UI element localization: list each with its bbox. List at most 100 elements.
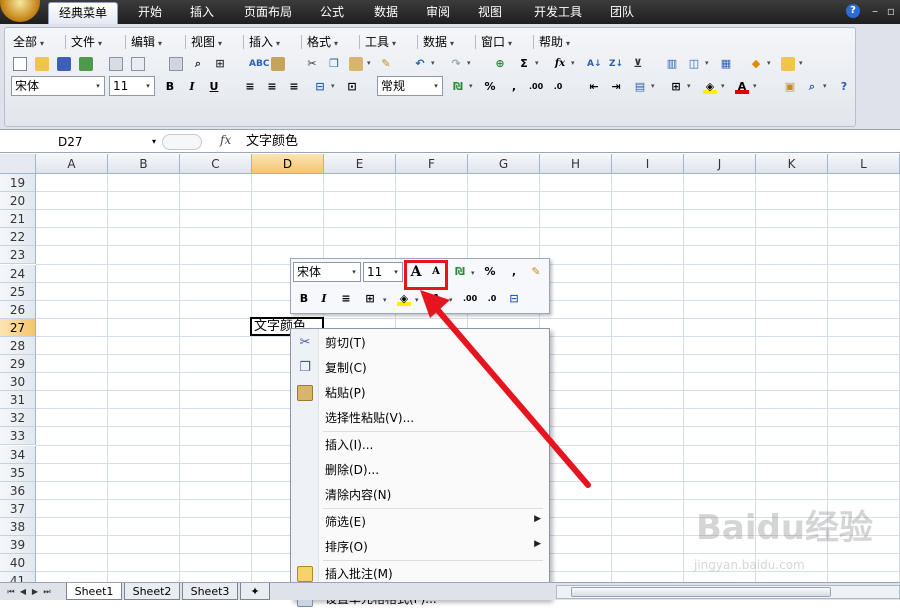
chevron-down-icon[interactable]: ▾ (535, 59, 541, 67)
insert-sheet-icon[interactable]: ✦ (240, 583, 270, 600)
chevron-down-icon[interactable]: ▾ (705, 59, 711, 67)
chevron-down-icon[interactable]: ▾ (383, 296, 389, 304)
merge-center-icon[interactable]: ⊟ (311, 78, 329, 96)
office-button[interactable] (0, 0, 40, 22)
chevron-down-icon[interactable]: ▾ (799, 59, 805, 67)
tab-formulas[interactable]: 公式 (310, 2, 354, 24)
chevron-down-icon[interactable]: ▾ (469, 82, 475, 90)
menu-item-delete[interactable]: 删除(D)... (291, 458, 549, 482)
mini-bold-button[interactable]: B (295, 290, 313, 308)
insert-function-icon[interactable]: fx (220, 133, 231, 147)
styles-icon[interactable]: ◆ (747, 55, 765, 73)
form-icon[interactable]: ▣ (781, 78, 799, 96)
tab-page-layout[interactable]: 页面布局 (236, 2, 300, 24)
column-header-i[interactable]: I (612, 154, 684, 174)
row-header-21[interactable]: 21 (0, 210, 36, 229)
decrease-indent-icon[interactable]: ⇤ (585, 78, 603, 96)
sheet-tab-1[interactable]: Sheet1 (66, 583, 122, 600)
row-header-40[interactable]: 40 (0, 554, 36, 573)
menu-view[interactable]: 视图 ▾ (191, 32, 222, 52)
number-format-select[interactable]: 常规 ▾ (377, 76, 443, 96)
hyperlink-icon[interactable]: ⊕ (491, 55, 509, 73)
chevron-down-icon[interactable]: ▾ (651, 82, 657, 90)
help-circle-icon[interactable]: ? (835, 78, 853, 96)
align-right-icon[interactable]: ≡ (285, 78, 303, 96)
research-book-icon[interactable] (269, 55, 287, 73)
row-header-39[interactable]: 39 (0, 536, 36, 554)
menu-item-sort[interactable]: 排序(O) ▶ (291, 535, 549, 559)
menu-format[interactable]: 格式 ▾ (307, 32, 338, 52)
row-header-35[interactable]: 35 (0, 463, 36, 482)
column-header-g[interactable]: G (468, 154, 540, 174)
row-header-37[interactable]: 37 (0, 499, 36, 518)
prev-sheet-icon[interactable]: ◀ (18, 585, 28, 599)
increase-indent-icon[interactable]: ⇥ (607, 78, 625, 96)
horizontal-scroll-thumb[interactable] (571, 587, 831, 597)
print-preview-icon[interactable] (129, 55, 147, 73)
chevron-down-icon[interactable]: ▾ (753, 82, 759, 90)
first-sheet-icon[interactable]: ⏮ (6, 585, 16, 599)
open-icon[interactable] (33, 55, 51, 73)
paste-icon[interactable] (347, 55, 365, 73)
italic-button[interactable]: I (183, 78, 201, 96)
chevron-down-icon[interactable]: ▾ (415, 296, 421, 304)
column-header-a[interactable]: A (36, 154, 108, 174)
copy-icon[interactable]: ❐ (325, 55, 343, 73)
menu-item-paste-special[interactable]: 选择性粘贴(V)... (291, 406, 549, 430)
menu-all[interactable]: 全部 ▾ (13, 32, 44, 52)
spelling-icon[interactable]: ABC (247, 55, 269, 73)
menu-item-copy[interactable]: ❐ 复制(C) (291, 356, 549, 380)
minimize-icon[interactable]: – (868, 3, 882, 19)
menu-data[interactable]: 数据 ▾ (423, 32, 454, 52)
mini-italic-button[interactable]: I (315, 290, 333, 308)
increase-decimal-icon[interactable]: .00 (527, 78, 545, 96)
chart-icon[interactable]: ▥ (663, 55, 681, 73)
mini-comma-button[interactable]: , (505, 263, 523, 281)
sheet-tab-3[interactable]: Sheet3 (182, 583, 238, 600)
mini-font-color-icon[interactable]: A (427, 290, 445, 308)
mini-format-painter-icon[interactable]: ✎ (527, 263, 545, 281)
restore-icon[interactable]: ▫ (884, 3, 898, 19)
menu-item-filter[interactable]: 筛选(E) ▶ (291, 510, 549, 534)
borders-icon[interactable]: ⊞ (667, 78, 685, 96)
folder-icon[interactable] (779, 55, 797, 73)
currency-icon[interactable]: ₪ (449, 78, 467, 96)
column-header-l[interactable]: L (828, 154, 900, 174)
chevron-down-icon[interactable]: ▾ (367, 59, 373, 67)
row-header-38[interactable]: 38 (0, 517, 36, 536)
menu-file[interactable]: 文件 ▾ (71, 32, 102, 52)
mini-font-name-select[interactable]: 宋体 ▾ (293, 262, 361, 282)
tab-team[interactable]: 团队 (600, 2, 644, 24)
name-box[interactable]: D27 ▾ (4, 133, 158, 151)
chevron-down-icon[interactable]: ▾ (721, 82, 727, 90)
row-header-20[interactable]: 20 (0, 192, 36, 211)
menu-item-paste[interactable]: 粘贴(P) (291, 381, 549, 405)
menu-edit[interactable]: 编辑 ▾ (131, 32, 162, 52)
menu-insert[interactable]: 插入 ▾ (249, 32, 280, 52)
menu-tools[interactable]: 工具 ▾ (365, 32, 396, 52)
formula-input[interactable]: 文字颜色 (246, 133, 298, 151)
magnify-icon[interactable]: ⌕ (189, 55, 207, 73)
row-header-36[interactable]: 36 (0, 481, 36, 500)
tab-data[interactable]: 数据 (364, 2, 408, 24)
tab-view[interactable]: 视图 (468, 2, 512, 24)
mini-font-size-select[interactable]: 11 ▾ (363, 262, 403, 282)
menu-item-cut[interactable]: ✂ 剪切(T) (291, 331, 549, 355)
column-header-c[interactable]: C (180, 154, 252, 174)
decrease-decimal-icon[interactable]: .0 (549, 78, 567, 96)
insert-function-icon[interactable]: fx (551, 55, 569, 73)
sort-descending-icon[interactable]: Z↓ (607, 55, 625, 73)
mini-fill-color-icon[interactable]: ◈ (395, 290, 413, 308)
permission-icon[interactable] (77, 55, 95, 73)
align-center-icon[interactable]: ≡ (263, 78, 281, 96)
chevron-down-icon[interactable]: ▾ (449, 296, 455, 304)
row-header-29[interactable]: 29 (0, 355, 36, 373)
chevron-down-icon[interactable]: ▾ (467, 59, 473, 67)
mini-increase-decimal-icon[interactable]: .00 (461, 290, 479, 308)
table-icon[interactable]: ▦ (717, 55, 735, 73)
row-header-28[interactable]: 28 (0, 336, 36, 355)
conditional-format-icon[interactable]: ▤ (631, 78, 649, 96)
bold-button[interactable]: B (161, 78, 179, 96)
font-name-select[interactable]: 宋体 ▾ (11, 76, 105, 96)
row-header-30[interactable]: 30 (0, 373, 36, 392)
